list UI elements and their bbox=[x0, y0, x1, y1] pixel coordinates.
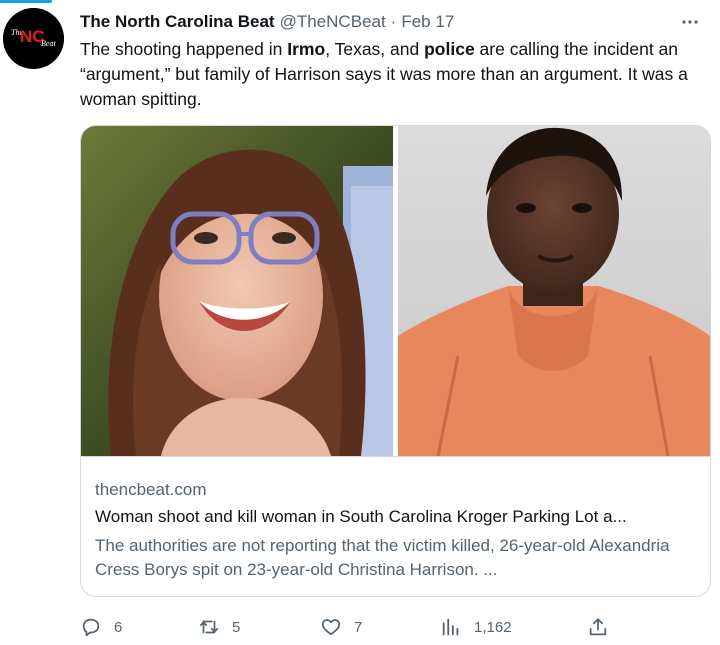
avatar[interactable]: The NC Beat bbox=[3, 8, 64, 69]
share-icon bbox=[589, 618, 607, 636]
top-accent-bar bbox=[0, 0, 52, 3]
views-icon bbox=[442, 618, 459, 636]
action-bar: 6 5 7 1,162 bbox=[80, 614, 620, 640]
author-handle[interactable]: @TheNCBeat bbox=[280, 12, 386, 32]
mugshot-photo-right bbox=[398, 126, 710, 456]
portrait-photo-left bbox=[81, 126, 393, 456]
views-button[interactable]: 1,162 bbox=[440, 614, 512, 640]
card-domain: thencbeat.com bbox=[95, 480, 207, 499]
heart-icon bbox=[321, 619, 341, 636]
more-button[interactable] bbox=[676, 11, 704, 33]
svg-text:Beat: Beat bbox=[41, 39, 56, 48]
card-description: The authorities are not reporting that t… bbox=[95, 536, 670, 579]
card-media[interactable] bbox=[81, 126, 710, 456]
more-horizontal-icon bbox=[682, 20, 698, 24]
tweet-date[interactable]: Feb 17 bbox=[401, 12, 454, 32]
tweet-text-bold: police bbox=[424, 39, 475, 59]
repost-button[interactable]: 5 bbox=[198, 614, 240, 640]
tweet-text: The shooting happened in Irmo, Texas, an… bbox=[80, 37, 716, 112]
card-photo-right[interactable] bbox=[398, 126, 710, 456]
repost-count: 5 bbox=[232, 618, 241, 636]
like-count: 7 bbox=[354, 618, 363, 636]
card-title[interactable]: Woman shoot and kill woman in South Caro… bbox=[95, 507, 699, 527]
reply-icon bbox=[82, 618, 100, 637]
tweet-text-part: The shooting happened in bbox=[80, 39, 288, 59]
like-button[interactable]: 7 bbox=[320, 614, 362, 640]
reply-count: 6 bbox=[114, 618, 123, 636]
card-divider bbox=[81, 456, 710, 457]
nc-beat-logo: The NC Beat bbox=[3, 8, 64, 69]
tweet-header: The North Carolina Beat @TheNCBeat · Feb… bbox=[80, 11, 704, 33]
reply-button[interactable]: 6 bbox=[80, 614, 122, 640]
author-name[interactable]: The North Carolina Beat bbox=[80, 12, 275, 32]
views-count: 1,162 bbox=[474, 618, 512, 636]
card-photo-left[interactable] bbox=[81, 126, 393, 456]
tweet-text-bold: Irmo bbox=[287, 39, 326, 59]
share-button[interactable] bbox=[587, 614, 609, 640]
link-card[interactable]: thencbeat.com Woman shoot and kill woman… bbox=[80, 125, 711, 597]
header-separator: · bbox=[390, 12, 397, 31]
tweet-text-part: , Texas, and bbox=[325, 39, 425, 59]
repost-icon bbox=[199, 620, 219, 634]
